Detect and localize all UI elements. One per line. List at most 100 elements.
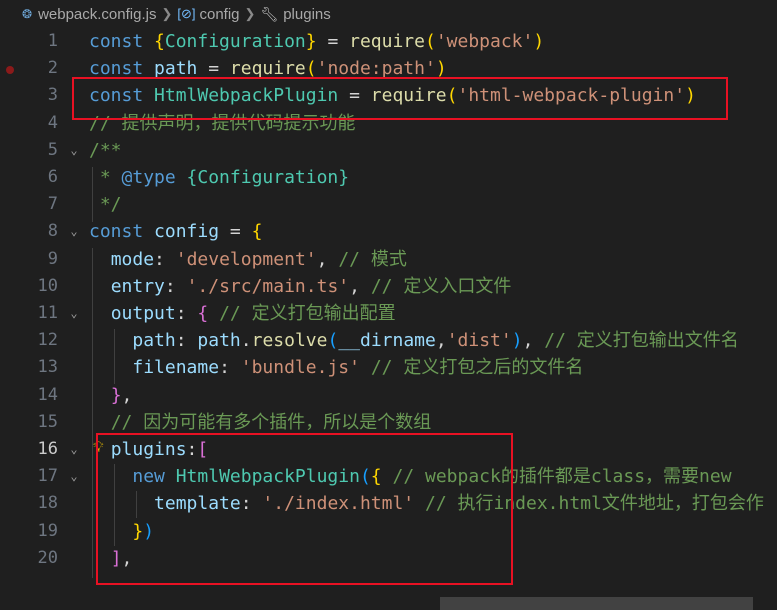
fold-chevron-icon[interactable]: ⌄ (67, 436, 81, 463)
code-token: mode (110, 248, 155, 270)
code-token: 'webpack' (435, 31, 534, 52)
code-editor[interactable]: 1 const {Configuration} = require('webpac… (0, 28, 777, 610)
code-text: * @type {Configuration} (89, 164, 349, 191)
code-line[interactable]: 10 entry: './src/main.ts', // 定义入口文件 (0, 273, 777, 300)
code-token: ) (533, 31, 545, 52)
variable-icon: [⊘] (177, 6, 196, 21)
code-token: = (316, 31, 350, 52)
code-token: : (154, 248, 176, 270)
breadcrumb-variable[interactable]: [⊘] config (177, 6, 239, 23)
code-line[interactable]: 13 filename: 'bundle.js' // 定义打包之后的文件名 (0, 354, 777, 381)
horizontal-scrollbar[interactable] (440, 597, 753, 610)
wrench-icon: 🔧︎ (260, 5, 279, 22)
code-token: // 定义打包之后的文件名 (370, 357, 584, 379)
code-token: ) (511, 330, 523, 352)
line-number: 15 (37, 411, 58, 432)
code-text: filename: 'bundle.js' // 定义打包之后的文件名 (89, 354, 583, 381)
line-number: 20 (37, 547, 58, 568)
code-line[interactable]: 11 ⌄ output: { // 定义打包输出配置 (0, 300, 777, 327)
line-number: 11 (37, 303, 58, 323)
code-line[interactable]: 6 * @type {Configuration} (0, 164, 777, 191)
webpack-file-icon: ❂ (22, 7, 33, 21)
code-token: __dirname (338, 330, 436, 352)
code-token: resolve (251, 330, 328, 352)
line-number: 4 (47, 112, 58, 133)
line-number: 18 (37, 493, 58, 514)
fold-chevron-icon[interactable]: ⌄ (67, 137, 81, 164)
code-token: , (522, 330, 545, 352)
code-token: config (154, 221, 220, 243)
breadcrumb-file[interactable]: ❂ webpack.config.js (22, 6, 156, 23)
code-text: path: path.resolve(__dirname,'dist'), //… (89, 327, 739, 354)
line-number: 1 (47, 31, 58, 51)
code-text: /** (89, 137, 122, 164)
line-number: 16 (37, 439, 58, 459)
code-text: const {Configuration} = require('webpack… (89, 28, 544, 55)
code-token: * (89, 167, 122, 188)
code-token: output (110, 303, 176, 324)
code-token: 'dist' (446, 330, 512, 352)
line-number: 19 (37, 520, 58, 541)
code-token: // 定义打包输出文件名 (544, 330, 739, 352)
line-number: 6 (47, 167, 58, 187)
code-text: // 因为可能有多个插件，所以是个数组 (89, 409, 432, 436)
code-token: /** (89, 139, 122, 161)
line-number: 12 (37, 330, 58, 351)
line-number: 5 (47, 139, 58, 160)
code-token: { (154, 31, 165, 52)
line-number: 3 (47, 85, 58, 106)
breadcrumb-file-label: webpack.config.js (38, 5, 157, 23)
highlight-box-plugins (96, 433, 513, 585)
code-token: ( (424, 31, 436, 52)
code-token: require (349, 31, 425, 52)
code-token: 'bundle.js' (240, 357, 360, 379)
code-text: entry: './src/main.ts', // 定义入口文件 (89, 273, 512, 300)
breadcrumb-property[interactable]: 🔧︎ plugins (260, 6, 330, 23)
code-line[interactable]: 12 path: path.resolve(__dirname,'dist'),… (0, 327, 777, 354)
code-line[interactable]: 7 */ (0, 191, 777, 218)
code-text: */ (89, 191, 122, 218)
fold-chevron-icon[interactable]: ⌄ (67, 218, 81, 245)
code-token: : (164, 275, 187, 297)
code-text: const config = { (89, 218, 262, 245)
code-token: ( (327, 330, 339, 352)
breadcrumb-property-label: plugins (283, 5, 331, 23)
code-token: path (132, 330, 176, 352)
line-number: 13 (37, 357, 58, 378)
breadcrumb-variable-label: config (199, 5, 240, 23)
code-line[interactable]: 1 const {Configuration} = require('webpac… (0, 28, 777, 55)
code-token: { (251, 221, 263, 243)
code-token: , (435, 330, 447, 352)
fold-chevron-icon[interactable]: ⌄ (67, 463, 81, 490)
code-token: } (305, 31, 317, 52)
code-token: , (316, 248, 339, 270)
line-number: 9 (47, 248, 58, 269)
code-line[interactable]: 8 ⌄ const config = { (0, 218, 777, 245)
chevron-right-icon: ❯ (244, 6, 256, 21)
fold-chevron-icon[interactable]: ⌄ (67, 300, 81, 327)
code-token: './src/main.ts' (186, 275, 350, 297)
code-token: { (197, 303, 209, 324)
code-token: : (175, 330, 198, 352)
code-token: . (240, 330, 252, 352)
code-token: @type (121, 167, 176, 188)
code-line[interactable]: 15 // 因为可能有多个插件，所以是个数组 (0, 409, 777, 436)
code-line[interactable]: 14 }, (0, 382, 777, 409)
code-token: const (89, 31, 155, 52)
code-token: // 定义打包输出配置 (219, 303, 396, 324)
code-line[interactable]: 5 ⌄ /** (0, 137, 777, 164)
code-token: 'development' (175, 248, 317, 270)
code-token: const (89, 221, 155, 243)
code-token: filename (132, 357, 220, 379)
code-token: // 模式 (338, 248, 407, 270)
code-line[interactable]: 9 mode: 'development', // 模式 (0, 246, 777, 273)
